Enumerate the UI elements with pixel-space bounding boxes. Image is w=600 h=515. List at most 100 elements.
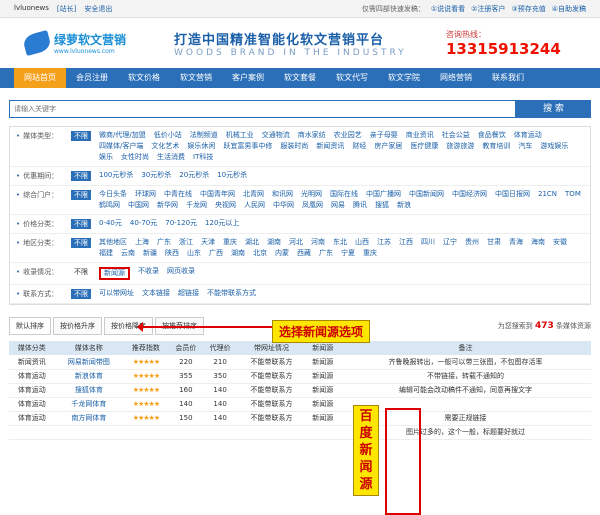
filter-nolimit[interactable]: 不限	[71, 131, 91, 141]
filter-option[interactable]: 文化艺术	[151, 142, 179, 151]
filter-option[interactable]: 网页收录	[167, 267, 195, 280]
filter-option[interactable]: 新华网	[157, 201, 178, 210]
filter-option[interactable]: 新闻资讯	[316, 142, 344, 151]
filter-option[interactable]: 重庆	[363, 249, 377, 258]
filter-option[interactable]: 湖南	[267, 238, 281, 247]
filter-option[interactable]: 机械工业	[226, 131, 254, 140]
media-name-link[interactable]: 南方网体育	[54, 411, 124, 426]
filter-option[interactable]: 天津	[201, 238, 215, 247]
filter-option[interactable]: 娱乐	[99, 153, 113, 162]
filter-option[interactable]: 贵州	[465, 238, 479, 247]
filter-option[interactable]: 河南	[311, 238, 325, 247]
filter-option[interactable]: 青海	[509, 238, 523, 247]
filter-option[interactable]: 云南	[121, 249, 135, 258]
filter-option[interactable]: 鹤鸣网	[99, 201, 120, 210]
filter-option[interactable]: 广东	[157, 238, 171, 247]
filter-option[interactable]: 旅游旅游	[446, 142, 474, 151]
filter-option[interactable]: 搜狐	[375, 201, 389, 210]
filter-nolimit[interactable]: 不限	[71, 289, 91, 299]
filter-option[interactable]: 福建	[99, 249, 113, 258]
filter-option[interactable]: 海南	[531, 238, 545, 247]
filter-option[interactable]: 江西	[399, 238, 413, 247]
filter-option[interactable]: 陕西	[165, 249, 179, 258]
filter-option[interactable]: 文本链接	[142, 289, 170, 298]
filter-option[interactable]: 中国新闻网	[409, 190, 444, 199]
filter-option[interactable]: 财经	[352, 142, 366, 151]
filter-option[interactable]: 娱乐休闲	[187, 142, 215, 151]
filter-option[interactable]: 100元秒杀	[99, 171, 133, 180]
filter-option[interactable]: 低价小站	[154, 131, 182, 140]
webmaster-link[interactable]: [站长]	[57, 4, 76, 14]
filter-option[interactable]: 上海	[135, 238, 149, 247]
filter-option[interactable]: 江苏	[377, 238, 391, 247]
filter-option[interactable]: 甘肃	[487, 238, 501, 247]
filter-option[interactable]: 农业园艺	[334, 131, 362, 140]
filter-option[interactable]: 其他地区	[99, 238, 127, 247]
filter-option[interactable]: 国际在线	[330, 190, 358, 199]
filter-option[interactable]: 四川	[421, 238, 435, 247]
filter-option[interactable]: 北京	[253, 249, 267, 258]
filter-option[interactable]: 凤凰网	[302, 201, 323, 210]
media-name-link[interactable]: 千龙网体育	[54, 397, 124, 412]
filter-option[interactable]: 中青在线	[164, 190, 192, 199]
nav-price[interactable]: 软文价格	[118, 68, 170, 88]
filter-option[interactable]: 20元秒杀	[179, 171, 209, 180]
search-input[interactable]	[9, 100, 516, 118]
filter-option[interactable]: 0-40元	[99, 219, 122, 228]
filter-option[interactable]: 四媒体/客户端	[99, 142, 143, 151]
filter-option[interactable]: 120元以上	[205, 219, 239, 228]
filter-option[interactable]: 千龙网	[186, 201, 207, 210]
logo[interactable]: 绿萝软文营销 www.lvluonews.com	[21, 29, 174, 57]
filter-nolimit[interactable]: 不限	[71, 238, 91, 248]
media-name-link[interactable]: 网易新闻带图	[54, 355, 124, 370]
filter-option[interactable]: 网易	[331, 201, 345, 210]
sort-default[interactable]: 默认排序	[9, 317, 51, 335]
filter-option[interactable]: 汽车	[518, 142, 532, 151]
filter-option[interactable]: 商业资讯	[406, 131, 434, 140]
filter-option[interactable]: TOM	[565, 190, 581, 199]
nav-net-marketing[interactable]: 网络营销	[430, 68, 482, 88]
filter-option[interactable]: 女性时尚	[121, 153, 149, 162]
filter-option[interactable]: 光明网	[301, 190, 322, 199]
filter-option[interactable]: 中国日报网	[495, 190, 530, 199]
filter-option[interactable]: 服装时尚	[280, 142, 308, 151]
filter-option[interactable]: 中国经济网	[452, 190, 487, 199]
filter-option[interactable]: 中华网	[273, 201, 294, 210]
filter-option[interactable]: 山东	[187, 249, 201, 258]
filter-option[interactable]: 中国青年网	[200, 190, 235, 199]
media-name-link[interactable]: 搜狐体育	[54, 383, 124, 398]
nav-contact[interactable]: 联系我们	[482, 68, 534, 88]
filter-option[interactable]: 今日头条	[99, 190, 127, 199]
filter-option[interactable]: 湖北	[245, 238, 259, 247]
filter-option[interactable]: 70-120元	[165, 219, 197, 228]
filter-option[interactable]: 社会公益	[442, 131, 470, 140]
filter-option[interactable]: 宁夏	[341, 249, 355, 258]
filter-nolimit[interactable]: 不限	[71, 171, 91, 181]
filter-option[interactable]: 中国网	[128, 201, 149, 210]
nav-home[interactable]: 网站首页	[14, 68, 66, 88]
logout-link[interactable]: 安全退出	[84, 4, 112, 14]
filter-option[interactable]: 不收录	[138, 267, 159, 280]
filter-option[interactable]: 10元秒杀	[217, 171, 247, 180]
filter-option[interactable]: 西藏	[297, 249, 311, 258]
filter-option[interactable]: 新疆	[143, 249, 157, 258]
filter-option[interactable]: 超链接	[178, 289, 199, 298]
filter-option[interactable]: 新闻源	[99, 267, 130, 280]
filter-option[interactable]: 不能带联系方式	[207, 289, 256, 298]
filter-option[interactable]: 广东	[319, 249, 333, 258]
filter-option[interactable]: 河北	[289, 238, 303, 247]
filter-option[interactable]: IT科技	[193, 153, 213, 162]
filter-option[interactable]: 亲子母婴	[370, 131, 398, 140]
nav-marketing[interactable]: 软文营销	[170, 68, 222, 88]
filter-option[interactable]: 法制频道	[190, 131, 218, 140]
filter-option[interactable]: 广西	[209, 249, 223, 258]
filter-option[interactable]: 微商/代理/加盟	[99, 131, 146, 140]
nav-register[interactable]: 会员注册	[66, 68, 118, 88]
filter-option[interactable]: 体育运动	[514, 131, 542, 140]
nav-cases[interactable]: 客户案例	[222, 68, 274, 88]
step-1-link[interactable]: ①说说看看	[431, 4, 465, 14]
filter-option[interactable]: 30元秒杀	[141, 171, 171, 180]
filter-option[interactable]: 医疗健康	[410, 142, 438, 151]
filter-option[interactable]: 食品餐饮	[478, 131, 506, 140]
filter-option[interactable]: 北青网	[243, 190, 264, 199]
